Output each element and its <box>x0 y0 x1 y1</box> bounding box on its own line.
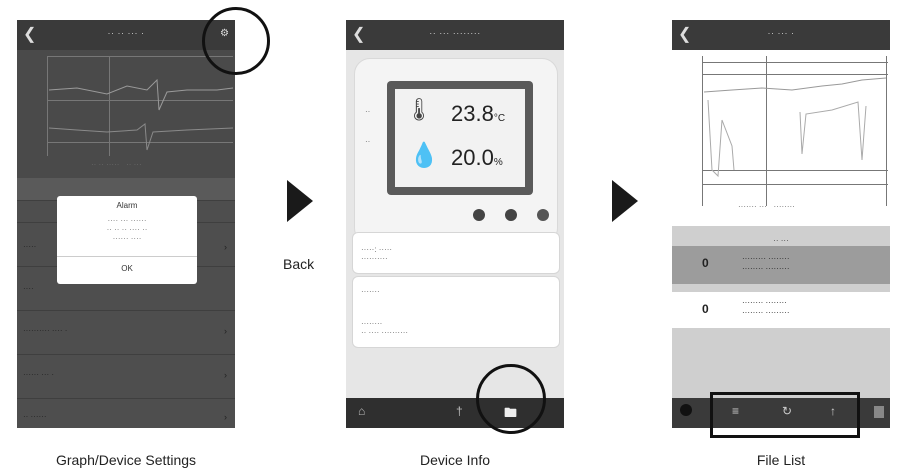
device-display: 🌡 23.8°C 💧 20.0% <box>387 81 533 195</box>
graph-lines <box>703 77 887 178</box>
info-card-details: ······· ········ ·· ···· ·········· <box>352 276 560 348</box>
humidity-drop-icon: 💧 <box>409 142 439 169</box>
file-row[interactable]: 0 ········ ········ ········ ········· <box>672 292 890 328</box>
caption-device-info: Device Info <box>419 452 491 468</box>
temperature-unit: °C <box>493 113 506 124</box>
chevron-right-icon: › <box>224 370 227 380</box>
settings-row-label: ·· ······ <box>23 412 47 421</box>
chevron-right-icon: › <box>224 412 227 422</box>
file-status-icon: 0 <box>702 256 709 270</box>
arrow-right-icon <box>612 180 638 222</box>
bluetooth-icon[interactable]: † <box>456 404 463 418</box>
highlight-rectangle <box>710 392 860 438</box>
arrow-right-icon <box>287 180 313 222</box>
legend-text: ······· ··· ········ <box>738 202 795 211</box>
chevron-right-icon: › <box>224 242 227 252</box>
device-side-label: ·· <box>365 137 371 146</box>
settings-row-label: ·········· ···· · <box>23 326 68 335</box>
chevron-right-icon: › <box>224 326 227 336</box>
alarm-dialog-ok-button[interactable]: OK <box>57 264 197 273</box>
phone-screen-file-list: ❮ ·· ··· · ······· ··· ········ ·· ··· 0… <box>672 20 890 428</box>
caption-graph-settings: Graph/Device Settings <box>55 452 197 468</box>
caption-file-list: File List <box>756 452 806 468</box>
alarm-dialog-heading: Alarm <box>116 201 138 210</box>
header-title: ·· ··· · <box>767 28 795 38</box>
settings-row[interactable] <box>17 398 235 399</box>
graph-lines <box>48 78 234 151</box>
settings-row-label: ······ ··· · <box>23 370 55 379</box>
device-screen: 🌡 23.8°C 💧 20.0% <box>395 89 525 187</box>
graph-area[interactable]: ·· ·· ····· ·· ··· <box>17 50 235 178</box>
file-row-text: ········ ········ ········ ········· <box>742 298 790 317</box>
info-card-text: ········ ·· ···· ·········· <box>361 319 409 337</box>
phone-screen-graph-settings: ❮ ·· ·· ··· · ⚙ ·· ·· ····· ·· ··· ·····… <box>17 20 235 428</box>
alarm-dialog: Alarm ···· ··· ······ ·· ·· ·· ···· ·· ···… <box>57 196 197 284</box>
temperature-value: 23.8°C <box>451 101 506 126</box>
settings-row[interactable] <box>17 310 235 311</box>
device-side-label: ·· <box>365 107 371 116</box>
alarm-dialog-message: ···· ··· ······ ·· ·· ·· ···· ·· ······ ··… <box>106 216 148 243</box>
device-button <box>473 209 485 221</box>
app-header: ❮ ·· ··· ········ <box>346 20 564 50</box>
settings-row-label: ···· <box>23 284 34 293</box>
info-card-text: ·····: ····· ·········· <box>361 245 393 263</box>
file-row-text: ········· ········ ········ ········· <box>742 254 790 273</box>
thermometer-icon: 🌡 <box>405 97 433 122</box>
settings-row-label: ····· <box>23 242 37 251</box>
device-button <box>537 209 549 221</box>
file-status-icon: 0 <box>702 302 709 316</box>
record-icon[interactable] <box>680 404 692 416</box>
alarm-dialog-divider <box>57 256 197 257</box>
settings-row[interactable] <box>17 354 235 355</box>
file-row[interactable]: 0 ········· ········ ········ ········· <box>672 246 890 284</box>
device-button <box>505 209 517 221</box>
humidity-unit: % <box>493 157 503 168</box>
home-icon[interactable]: ⌂ <box>358 404 365 418</box>
header-title: ·· ··· ········ <box>429 28 481 38</box>
back-label: Back <box>283 256 315 272</box>
highlight-circle <box>202 7 270 75</box>
app-header: ❮ ·· ··· · <box>672 20 890 50</box>
humidity-value: 20.0% <box>451 145 503 170</box>
phone-screen-device-info: ❮ ·· ··· ········ ·· ·· 🌡 23.8°C 💧 20.0%… <box>346 20 564 428</box>
info-card-text: ······· <box>361 287 380 296</box>
info-card-serial: ·····: ····· ·········· <box>352 232 560 274</box>
device-illustration: ·· ·· 🌡 23.8°C 💧 20.0% <box>354 58 558 244</box>
graph-area[interactable]: ······· ··· ········ <box>672 50 890 226</box>
legend-text: ·· ·· ····· ·· ··· <box>91 160 142 169</box>
file-list-header: ·· ··· <box>773 236 789 245</box>
delete-icon[interactable] <box>874 406 884 418</box>
highlight-circle <box>476 364 546 434</box>
